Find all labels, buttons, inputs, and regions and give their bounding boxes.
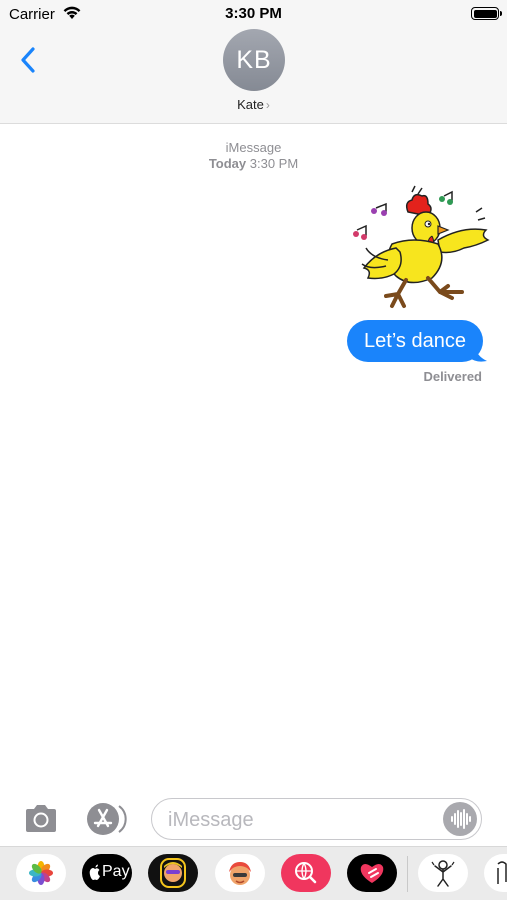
message-input[interactable]: iMessage bbox=[151, 798, 482, 840]
message-text: Let’s dance bbox=[364, 329, 466, 352]
memoji-face-icon bbox=[160, 858, 186, 888]
status-bar: Carrier 3:30 PM bbox=[0, 0, 507, 28]
app-store-icon bbox=[87, 803, 127, 835]
memoji-sticker-icon bbox=[229, 862, 251, 885]
message-timestamp: Today 3:30 PM bbox=[0, 156, 507, 171]
drawer-divider bbox=[407, 856, 408, 892]
photos-icon bbox=[29, 861, 53, 885]
outgoing-message-bubble[interactable]: Let’s dance bbox=[347, 320, 483, 362]
sticker-figure-icon bbox=[497, 861, 507, 884]
avatar-initials: KB bbox=[236, 45, 272, 74]
contact-name-button[interactable]: Kate › bbox=[0, 97, 507, 112]
battery-icon bbox=[471, 7, 502, 20]
search-images-app-button[interactable] bbox=[281, 854, 331, 892]
chevron-right-icon: › bbox=[265, 98, 270, 112]
app-drawer: Pay bbox=[0, 846, 507, 900]
conversation-header: Carrier 3:30 PM KB Kate › bbox=[0, 0, 507, 124]
chevron-left-icon bbox=[21, 47, 35, 73]
delivery-status: Delivered bbox=[423, 369, 482, 384]
globe-search-icon bbox=[295, 862, 317, 884]
heart-icon bbox=[360, 864, 384, 883]
timestamp-day: Today bbox=[208, 156, 247, 171]
contact-avatar[interactable]: KB bbox=[223, 29, 285, 91]
app-store-button[interactable] bbox=[86, 802, 130, 836]
dancing-figure-icon bbox=[431, 860, 455, 887]
waveform-icon bbox=[451, 809, 471, 829]
service-label: iMessage bbox=[225, 140, 282, 155]
status-time: 3:30 PM bbox=[225, 5, 282, 22]
message-input-placeholder: iMessage bbox=[168, 809, 254, 831]
photos-app-button[interactable] bbox=[16, 854, 66, 892]
audio-record-button[interactable] bbox=[443, 802, 477, 836]
memoji-camera-app-button[interactable] bbox=[148, 854, 198, 892]
sticker-app-button-partial[interactable] bbox=[484, 854, 507, 892]
apple-pay-label: Pay bbox=[102, 863, 130, 880]
camera-icon bbox=[26, 805, 56, 832]
contact-name: Kate bbox=[237, 97, 264, 112]
apple-pay-app-button[interactable]: Pay bbox=[82, 854, 132, 892]
timestamp-time: 3:30 PM bbox=[249, 156, 299, 171]
dancing-chicken-sticker[interactable] bbox=[352, 182, 490, 320]
bubble-tail bbox=[470, 344, 487, 362]
camera-button[interactable] bbox=[22, 803, 60, 835]
chicken-sticker-app-button[interactable] bbox=[418, 854, 468, 892]
digital-touch-app-button[interactable] bbox=[347, 854, 397, 892]
memoji-stickers-app-button[interactable] bbox=[215, 854, 265, 892]
back-button[interactable] bbox=[18, 44, 42, 76]
